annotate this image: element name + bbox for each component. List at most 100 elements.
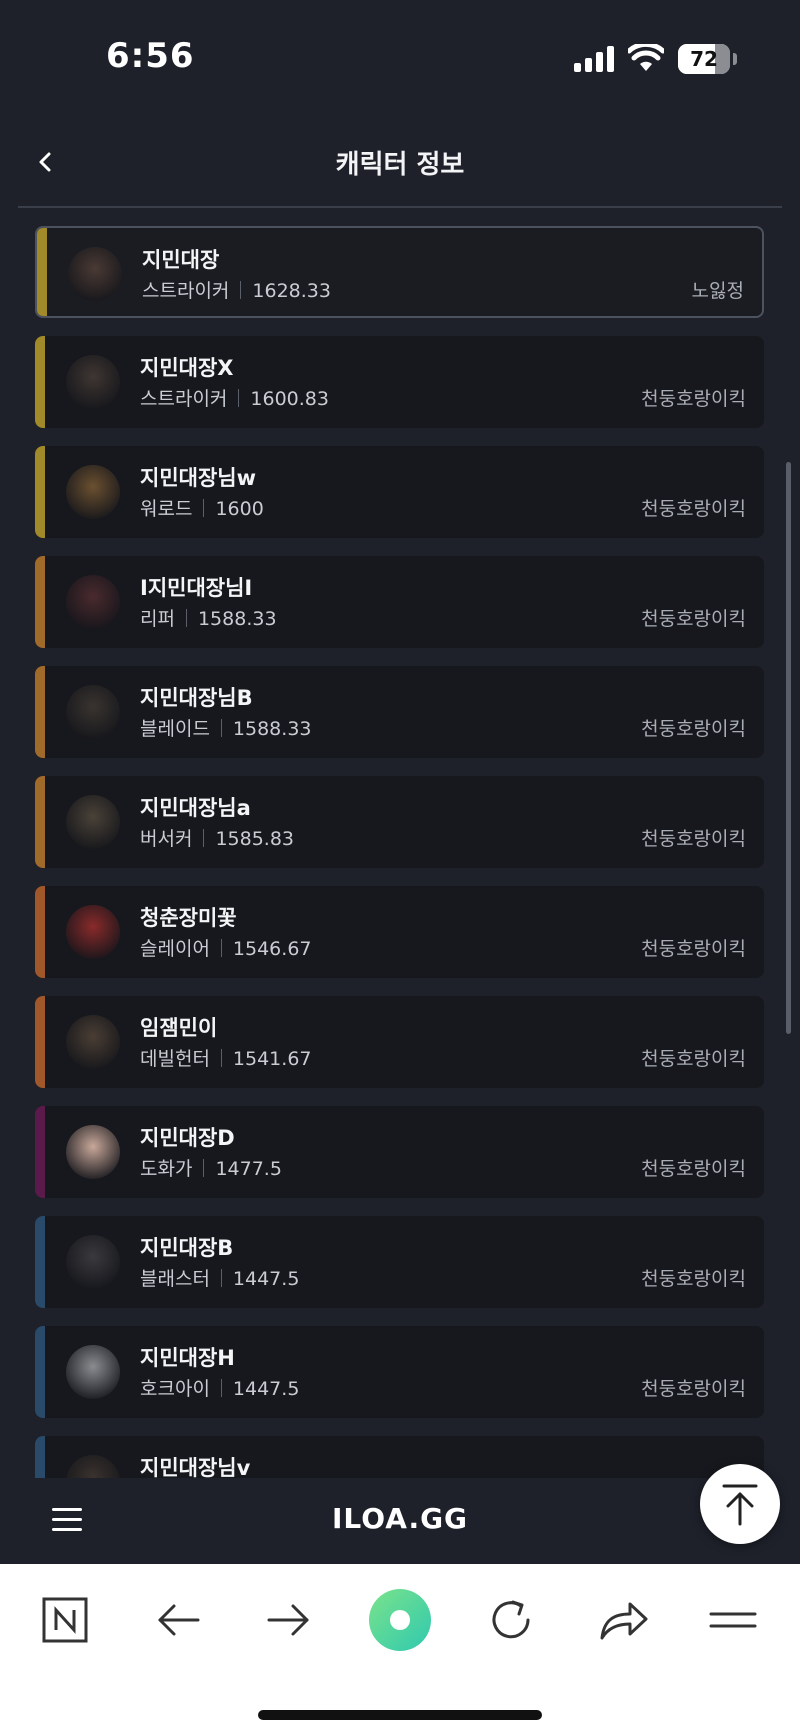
character-avatar <box>66 465 120 519</box>
character-class: 블래스터 <box>140 1268 210 1290</box>
character-server: 천둥호랑이킥 <box>641 498 746 520</box>
battery-cap <box>733 53 737 65</box>
meta-separator <box>220 1269 222 1287</box>
character-name: 지민대장D <box>140 1126 235 1150</box>
meta-separator <box>220 1049 222 1067</box>
character-meta: 블레이드 1588.33 <box>140 714 312 741</box>
character-name: 지민대장X <box>140 356 234 380</box>
character-server: 노잃정 <box>691 280 744 302</box>
character-card[interactable]: 지민대장님w 워로드 1600 천둥호랑이킥 <box>35 446 764 538</box>
share-icon[interactable] <box>590 1588 654 1652</box>
character-class: 데빌헌터 <box>140 1048 210 1070</box>
character-card[interactable]: 지민대장님v <box>35 1436 764 1478</box>
character-server: 천둥호랑이킥 <box>641 608 746 630</box>
character-card[interactable]: 청춘장미꽃 슬레이어 1546.67 천둥호랑이킥 <box>35 886 764 978</box>
character-avatar <box>66 1235 120 1289</box>
character-avatar <box>66 685 120 739</box>
character-item-level: 1447.5 <box>232 1378 300 1400</box>
character-meta: 스트라이커 1600.83 <box>140 384 329 411</box>
arrow-left-icon[interactable] <box>146 1588 210 1652</box>
class-color-stripe <box>35 1106 45 1198</box>
character-server: 천둥호랑이킥 <box>641 718 746 740</box>
character-avatar <box>66 1125 120 1179</box>
arrow-right-icon[interactable] <box>257 1588 321 1652</box>
green-circle-icon[interactable] <box>368 1588 432 1652</box>
character-class: 워로드 <box>140 498 193 520</box>
character-meta: 리퍼 1588.33 <box>140 604 277 631</box>
character-item-level: 1585.83 <box>215 828 295 850</box>
class-color-stripe <box>35 446 45 538</box>
character-server: 천둥호랑이킥 <box>641 828 746 850</box>
character-avatar <box>66 795 120 849</box>
character-card[interactable]: 지민대장님B 블레이드 1588.33 천둥호랑이킥 <box>35 666 764 758</box>
character-meta: 데빌헌터 1541.67 <box>140 1044 312 1071</box>
character-server: 천둥호랑이킥 <box>641 1268 746 1290</box>
cellular-signal-icon <box>574 46 614 72</box>
character-card[interactable]: 지민대장X 스트라이커 1600.83 천둥호랑이킥 <box>35 336 764 428</box>
menu-lines-icon[interactable] <box>701 1588 765 1652</box>
character-name: 지민대장H <box>140 1346 235 1370</box>
character-item-level: 1588.33 <box>197 608 277 630</box>
header-divider <box>18 206 782 208</box>
status-bar: 6:56 72 <box>0 0 800 120</box>
character-name: 청춘장미꽃 <box>140 906 237 930</box>
character-card[interactable]: 지민대장님a 버서커 1585.83 천둥호랑이킥 <box>35 776 764 868</box>
character-card[interactable]: 지민대장B 블래스터 1447.5 천둥호랑이킥 <box>35 1216 764 1308</box>
character-avatar <box>66 575 120 629</box>
character-avatar <box>66 355 120 409</box>
meta-separator <box>185 609 187 627</box>
character-card[interactable]: 지민대장H 호크아이 1447.5 천둥호랑이킥 <box>35 1326 764 1418</box>
character-name: 지민대장 <box>142 248 220 272</box>
character-server: 천둥호랑이킥 <box>641 1158 746 1180</box>
character-name: 지민대장님v <box>140 1456 251 1478</box>
character-card[interactable]: 지민대장D 도화가 1477.5 천둥호랑이킥 <box>35 1106 764 1198</box>
character-item-level: 1600 <box>215 498 264 520</box>
class-color-stripe <box>35 776 45 868</box>
page-title: 캐릭터 정보 <box>335 150 465 180</box>
character-name: 지민대장님a <box>140 796 251 820</box>
character-server: 천둥호랑이킥 <box>641 1048 746 1070</box>
character-avatar <box>66 1455 120 1478</box>
character-meta: 슬레이어 1546.67 <box>140 934 312 961</box>
character-avatar <box>68 247 122 301</box>
character-item-level: 1628.33 <box>252 280 331 302</box>
character-name: 지민대장님B <box>140 686 253 710</box>
character-class: 리퍼 <box>140 608 175 630</box>
character-meta: 호크아이 1447.5 <box>140 1374 299 1401</box>
character-list-viewport[interactable]: 지민대장 스트라이커 1628.33 노잃정 지민대장X 스트라이커 1600.83 천둥호랑… <box>0 210 800 1478</box>
character-meta: 도화가 1477.5 <box>140 1154 282 1181</box>
character-name: 지민대장B <box>140 1236 234 1260</box>
character-class: 호크아이 <box>140 1378 210 1400</box>
meta-separator <box>203 499 205 517</box>
character-item-level: 1477.5 <box>215 1158 282 1180</box>
meta-separator <box>203 1159 205 1177</box>
meta-separator <box>220 1379 222 1397</box>
character-meta: 스트라이커 1628.33 <box>142 276 331 303</box>
wifi-icon <box>628 44 664 71</box>
arrow-up-to-top-icon <box>722 1484 758 1526</box>
reload-icon[interactable] <box>479 1588 543 1652</box>
character-name: 지민대장님w <box>140 466 256 490</box>
character-name: 임잼민이 <box>140 1016 218 1040</box>
naver-n-icon[interactable] <box>33 1588 97 1652</box>
page-header: 캐릭터 정보 <box>0 120 800 208</box>
character-meta: 버서커 1585.83 <box>140 824 294 851</box>
character-item-level: 1546.67 <box>232 938 312 960</box>
meta-separator <box>220 939 222 957</box>
character-meta: 워로드 1600 <box>140 494 264 521</box>
character-server: 천둥호랑이킥 <box>641 1378 746 1400</box>
meta-separator <box>203 829 205 847</box>
site-logo[interactable]: ILOA.GG <box>0 1502 800 1535</box>
meta-separator <box>220 719 222 737</box>
character-class: 스트라이커 <box>140 388 228 410</box>
character-card[interactable]: I지민대장님I 리퍼 1588.33 천둥호랑이킥 <box>35 556 764 648</box>
character-avatar <box>66 1345 120 1399</box>
character-class: 버서커 <box>140 828 193 850</box>
scroll-to-top-button[interactable] <box>700 1464 780 1544</box>
character-card[interactable]: 임잼민이데빌헌터 1541.67 천둥호랑이킥 <box>35 996 764 1088</box>
character-item-level: 1588.33 <box>232 718 312 740</box>
scrollbar[interactable] <box>786 462 791 1034</box>
home-indicator <box>258 1710 542 1720</box>
class-color-stripe <box>35 886 45 978</box>
character-card[interactable]: 지민대장스트라이커 1628.33 노잃정 <box>35 226 764 318</box>
